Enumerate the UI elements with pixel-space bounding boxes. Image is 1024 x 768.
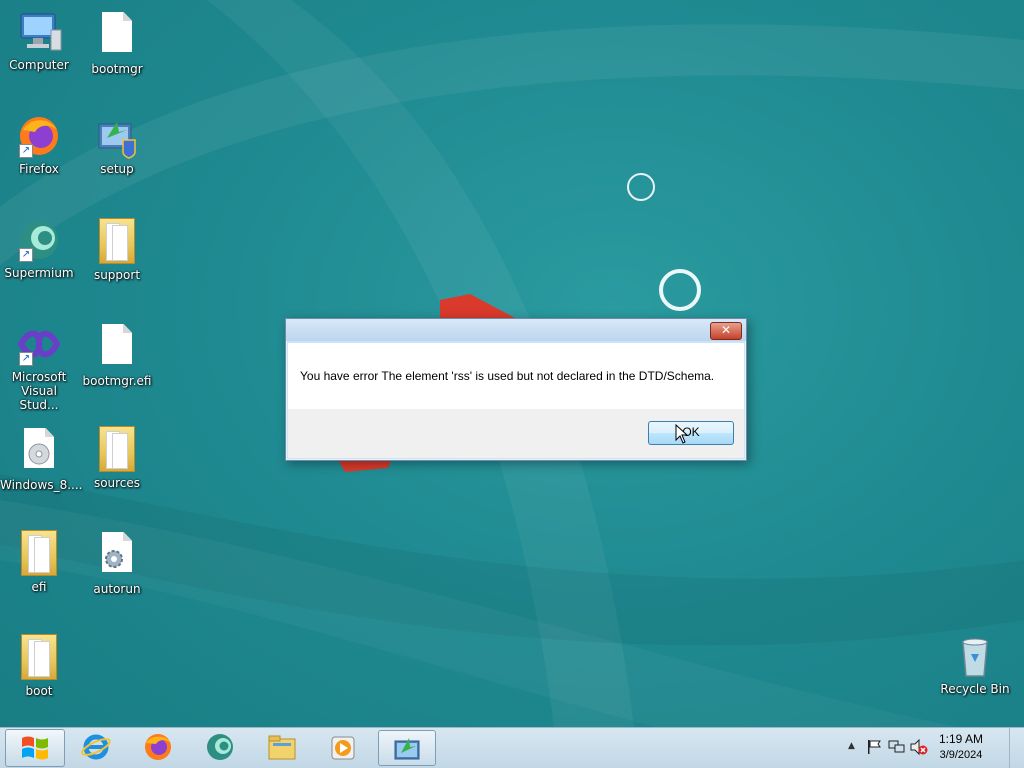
folder-icon	[15, 634, 63, 682]
dialog-titlebar[interactable]: ✕	[286, 319, 746, 341]
desktop-icon-efi[interactable]: efi	[0, 528, 78, 594]
taskbar-supermium[interactable]	[192, 730, 248, 764]
dialog-message: You have error The element 'rss' is used…	[300, 369, 715, 383]
show-desktop-button[interactable]	[1009, 728, 1024, 768]
icon-label: sources	[93, 476, 141, 490]
file-icon	[93, 324, 141, 372]
desktop-icon-sources[interactable]: sources	[78, 424, 156, 490]
start-button[interactable]	[5, 729, 65, 767]
desktop-icon-support[interactable]: support	[78, 216, 156, 282]
setup-app-icon	[394, 738, 420, 760]
supermium-icon	[207, 734, 233, 760]
computer-icon	[15, 8, 63, 56]
firefox-icon: ↗	[15, 112, 63, 160]
folder-icon	[15, 530, 63, 578]
windows-logo-icon	[22, 736, 48, 760]
folder-icon	[93, 218, 141, 266]
taskbar: ▲ 1:19 AM 3/9/2024	[0, 727, 1024, 768]
desktop-icon-supermium[interactable]: ↗ Supermium	[0, 216, 78, 280]
icon-label: autorun	[93, 582, 141, 596]
ring-large	[659, 269, 701, 311]
supermium-icon: ↗	[15, 216, 63, 264]
recycle-bin-icon	[951, 632, 999, 680]
taskbar-media-player[interactable]	[316, 730, 372, 764]
icon-label: support	[93, 268, 141, 282]
action-center-flag-icon[interactable]	[866, 739, 882, 755]
desktop-icon-setup[interactable]: setup	[78, 112, 156, 176]
desktop-icon-boot[interactable]: boot	[0, 632, 78, 698]
disc-image-icon	[15, 428, 63, 476]
icon-label: Firefox	[19, 162, 59, 176]
firefox-icon	[145, 734, 171, 760]
ring-small	[627, 173, 655, 201]
desktop-icon-computer[interactable]: Computer	[0, 8, 78, 72]
folder-icon	[93, 426, 141, 474]
visual-studio-icon: ↗	[15, 320, 63, 368]
desktop-icon-autorun[interactable]: autorun	[78, 528, 156, 596]
taskbar-file-explorer[interactable]	[254, 730, 310, 764]
icon-label: Supermium	[4, 266, 74, 280]
icon-label: Microsoft Visual Stud...	[11, 370, 67, 412]
close-icon: ✕	[720, 323, 732, 337]
shortcut-arrow-icon: ↗	[19, 248, 33, 262]
desktop-icon-recycle-bin[interactable]: Recycle Bin	[936, 632, 1014, 696]
icon-label: bootmgr	[91, 62, 143, 76]
mouse-cursor-icon	[675, 424, 689, 444]
icon-label: Windows_8....	[0, 478, 83, 492]
ok-button[interactable]: OK	[648, 421, 734, 445]
shortcut-arrow-icon: ↗	[19, 352, 33, 366]
clock-time[interactable]: 1:19 AM	[926, 732, 996, 746]
dialog-body: You have error The element 'rss' is used…	[288, 343, 744, 409]
desktop-icon-firefox[interactable]: ↗ Firefox	[0, 112, 78, 176]
file-explorer-icon	[268, 735, 296, 760]
icon-label: Recycle Bin	[940, 682, 1010, 696]
shortcut-arrow-icon: ↗	[19, 144, 33, 158]
network-icon[interactable]	[888, 739, 906, 755]
close-button[interactable]: ✕	[710, 322, 742, 340]
taskbar-internet-explorer[interactable]	[68, 730, 124, 764]
setup-icon	[93, 112, 141, 160]
desktop-icon-windows-iso[interactable]: Windows_8....	[0, 424, 83, 492]
internet-explorer-icon	[81, 734, 111, 760]
icon-label: boot	[25, 684, 53, 698]
icon-label: setup	[100, 162, 134, 176]
show-hidden-icons-chevron-icon[interactable]: ▲	[848, 741, 855, 751]
taskbar-firefox[interactable]	[130, 730, 186, 764]
desktop-icon-bootmgr-efi[interactable]: bootmgr.efi	[78, 320, 156, 388]
desktop-icon-visual-studio[interactable]: ↗ Microsoft Visual Stud...	[0, 320, 78, 412]
file-icon	[93, 12, 141, 60]
settings-file-icon	[93, 532, 141, 580]
desktop-icon-bootmgr[interactable]: bootmgr	[78, 8, 156, 76]
system-tray: ▲ 1:19 AM 3/9/2024	[834, 728, 1024, 768]
icon-label: Computer	[9, 58, 69, 72]
clock-date[interactable]: 3/9/2024	[926, 749, 996, 761]
icon-label: bootmgr.efi	[82, 374, 152, 388]
icon-label: efi	[31, 580, 47, 594]
media-player-icon	[331, 736, 355, 760]
taskbar-setup-app[interactable]	[378, 730, 436, 766]
